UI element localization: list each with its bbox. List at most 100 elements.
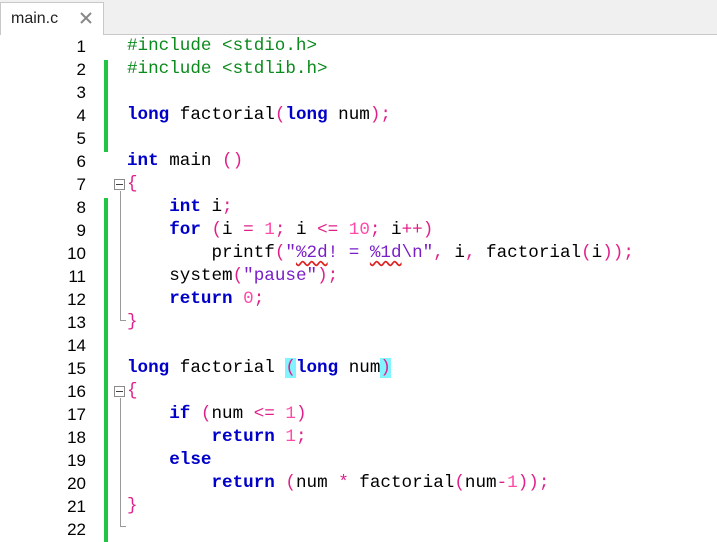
code-line[interactable]: long factorial(long num); [127, 104, 391, 127]
code-token: long [127, 105, 170, 125]
code-line[interactable]: system("pause"); [127, 265, 338, 288]
code-line[interactable]: } [127, 311, 138, 334]
code-line[interactable]: return 1; [127, 426, 307, 449]
code-token: ! = [327, 243, 370, 263]
code-editor[interactable]: 1 2 3 4 5 6 7 8 9 10 11 12 13 14 15 16 1… [0, 35, 717, 542]
code-token: long [127, 358, 170, 378]
line-number: 15 [67, 359, 86, 378]
line-number: 18 [67, 428, 86, 447]
code-token: return [211, 473, 275, 493]
code-token: ; [295, 427, 307, 447]
line-number: 17 [67, 405, 86, 424]
code-token: for [169, 220, 201, 240]
code-token: , [464, 243, 476, 263]
code-token: main [158, 151, 223, 171]
code-token: ; [274, 220, 286, 240]
line-number: 3 [76, 83, 86, 102]
code-token: %2d [295, 243, 328, 263]
code-token: 1 [285, 427, 296, 447]
code-line[interactable]: { [127, 380, 138, 403]
code-line[interactable]: else [127, 449, 211, 472]
code-token: factorial [475, 243, 582, 263]
code-token: i [285, 220, 318, 240]
code-token: num [295, 473, 339, 493]
code-token: #include <stdlib.h> [127, 59, 328, 79]
code-line[interactable]: printf("%2d! = %1d\n", i, factorial(i)); [127, 242, 634, 265]
code-token: num [327, 105, 370, 125]
code-line[interactable]: return 0; [127, 288, 264, 311]
code-line[interactable]: if (num <= 1) [127, 403, 307, 426]
code-line[interactable]: int main () [127, 150, 243, 173]
code-token: i [222, 220, 244, 240]
line-number: 4 [76, 106, 86, 125]
code-token: { [127, 381, 138, 401]
code-token: )); [602, 243, 634, 263]
line-number: 7 [76, 175, 86, 194]
code-token: i [200, 197, 223, 217]
close-icon[interactable] [79, 11, 93, 25]
code-token: long [295, 358, 339, 378]
code-token: i [380, 220, 402, 240]
code-token: factorial [169, 105, 275, 125]
code-line[interactable]: for (i = 1; i <= 10; i++) [127, 219, 433, 242]
code-token: %1d [369, 243, 402, 263]
line-number: 13 [67, 313, 86, 332]
line-number: 2 [76, 60, 86, 79]
code-token: ( [285, 358, 296, 378]
code-token: \n" [401, 243, 434, 263]
code-token: factorial [169, 358, 286, 378]
code-line[interactable]: return (num * factorial(num-1)); [127, 472, 549, 495]
code-token: } [127, 312, 138, 332]
code-token: ( [581, 243, 592, 263]
code-token: ); [369, 105, 391, 125]
code-token: long [285, 105, 328, 125]
code-token: ); [317, 266, 339, 286]
code-token: return [169, 289, 233, 309]
code-token: 0 [243, 289, 254, 309]
code-token: ( [274, 105, 286, 125]
code-token: if [169, 404, 191, 424]
code-token: ( [274, 243, 286, 263]
code-token: ( [285, 473, 296, 493]
code-token: * [338, 473, 349, 493]
line-number: 12 [67, 290, 86, 309]
line-number: 19 [67, 451, 86, 470]
code-token: ++) [401, 220, 434, 240]
code-token: ( [211, 220, 223, 240]
code-token: 1 [507, 473, 518, 493]
code-token: num [338, 358, 381, 378]
tab-main-c[interactable]: main.c [0, 2, 104, 35]
code-token: ( [454, 473, 465, 493]
code-line[interactable]: } [127, 495, 138, 518]
code-token: = [243, 220, 254, 240]
code-token: , [433, 243, 444, 263]
line-number: 6 [76, 152, 86, 171]
code-token: " [285, 243, 296, 263]
code-token: { [127, 174, 138, 194]
line-number: 14 [67, 336, 86, 355]
code-token: i [591, 243, 603, 263]
code-token: int [169, 197, 201, 217]
line-number: 9 [76, 221, 86, 240]
code-line[interactable]: long factorial (long num) [127, 357, 391, 380]
code-token: ) [295, 404, 307, 424]
code-line[interactable]: #include <stdio.h> [127, 35, 317, 58]
code-token: return [211, 427, 275, 447]
code-token: ( [232, 266, 244, 286]
line-number: 11 [68, 267, 86, 286]
code-line[interactable]: int i; [127, 196, 232, 219]
code-line[interactable]: { [127, 173, 138, 196]
code-line[interactable]: #include <stdlib.h> [127, 58, 328, 81]
line-number: 21 [67, 497, 86, 516]
code-token: 1 [285, 404, 296, 424]
code-token: 10 [348, 220, 370, 240]
line-number: 5 [76, 129, 86, 148]
code-token: #include <stdio.h> [127, 36, 318, 56]
line-number: 16 [67, 382, 86, 401]
code-token: ( [200, 404, 212, 424]
code-token: } [127, 496, 138, 516]
code-token: else [169, 450, 212, 470]
